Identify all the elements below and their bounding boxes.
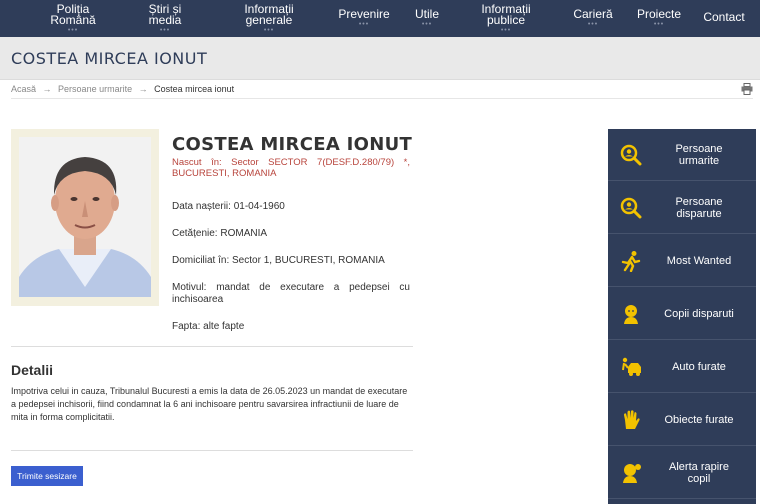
nav-item-label: Carieră [573, 7, 613, 21]
hand-icon [624, 410, 640, 429]
search-person-icon [620, 144, 642, 166]
top-navigation: Poliția Română ••• Știri și media ••• In… [0, 0, 760, 37]
person-photo-frame [11, 129, 159, 306]
child-icon [624, 305, 638, 324]
section-divider [11, 346, 413, 347]
sidebar-item-label: Persoane disparute [675, 196, 723, 220]
car-icon [622, 357, 641, 376]
breadcrumb-home[interactable]: Acasă [11, 84, 36, 94]
nav-item-prevenire[interactable]: Prevenire ••• [334, 0, 394, 37]
breadcrumb-section[interactable]: Persoane urmarite [58, 84, 132, 94]
breadcrumb-separator: → [138, 84, 148, 94]
breadcrumb-divider [11, 98, 753, 99]
nav-item-label: Utile [414, 7, 439, 21]
person-motive: Motivul: mandat de executare a pedepsei … [172, 282, 410, 305]
sidebar-item-label: Auto furate [672, 361, 726, 373]
running-person-icon [621, 251, 641, 272]
nav-dots: ••• [421, 21, 433, 28]
nav-item-stiri-media[interactable]: Știri și media ••• [132, 0, 198, 37]
child-alert-icon [623, 464, 641, 483]
person-birthplace: Nascut în: Sector SECTOR 7(DESF.D.280/79… [172, 157, 410, 179]
nav-item-utile[interactable]: Utile ••• [408, 0, 446, 37]
person-offense: Fapta: alte fapte [172, 321, 245, 332]
nav-dots: ••• [587, 21, 599, 28]
sidebar-item-alerta-rapire-copil[interactable]: Alerta rapire copil [608, 447, 756, 499]
sidebar-item-label: Persoane urmarite [675, 143, 723, 167]
nav-item-label: Poliția Română [50, 1, 96, 27]
breadcrumb-separator: → [42, 84, 52, 94]
nav-dots: ••• [263, 26, 275, 34]
nav-item-informatii-publice[interactable]: Informații publice ••• [472, 0, 540, 37]
details-heading: Detalii [11, 362, 54, 378]
nav-item-label: Informații generale [244, 1, 294, 27]
nav-item-proiecte[interactable]: Proiecte ••• [632, 0, 686, 37]
person-name: COSTEA MIRCEA IONUT [172, 134, 413, 155]
person-domicile: Domiciliat în: Sector 1, BUCURESTI, ROMA… [172, 255, 385, 266]
print-icon[interactable] [741, 83, 753, 95]
sidebar-item-obiecte-furate[interactable]: Obiecte furate [608, 394, 756, 446]
page-title: COSTEA MIRCEA IONUT [11, 49, 208, 68]
nav-dots: ••• [358, 21, 370, 28]
person-photo [19, 137, 151, 297]
details-text: Impotriva celui in cauza, Tribunalul Buc… [11, 386, 408, 422]
nav-dots: ••• [500, 26, 512, 34]
sidebar-item-label: Obiecte furate [664, 414, 734, 426]
sidebar-item-label: Most Wanted [666, 255, 732, 267]
nav-dots: ••• [653, 21, 665, 28]
nav-item-label: Prevenire [338, 7, 390, 21]
nav-dots: ••• [67, 26, 79, 34]
sidebar-item-most-wanted[interactable]: Most Wanted [608, 235, 756, 287]
submit-report-button[interactable]: Trimite sesizare [11, 466, 83, 486]
breadcrumb: Acasă → Persoane urmarite → Costea mirce… [11, 84, 238, 94]
search-person-icon [620, 197, 642, 219]
person-birth-date: Data nașterii: 01-04-1960 [172, 201, 285, 212]
sidebar-item-persoane-urmarite[interactable]: Persoane urmarite [608, 129, 756, 181]
sidebar-item-copii-disparuti[interactable]: Copii disparuti [608, 288, 756, 340]
nav-item-label: Informații publice [481, 1, 531, 27]
breadcrumb-current: Costea mircea ionut [154, 84, 235, 94]
sidebar-item-auto-furate[interactable]: Auto furate [608, 341, 756, 393]
nav-item-politia-romana[interactable]: Poliția Română ••• [38, 0, 108, 37]
sidebar: Persoane urmarite Persoane disparute Mos… [608, 129, 756, 504]
nav-item-label: Proiecte [636, 7, 682, 21]
nav-item-cariera[interactable]: Carieră ••• [566, 0, 620, 37]
nav-item-contact[interactable]: Contact [700, 0, 748, 37]
person-citizenship: Cetățenie: ROMANIA [172, 228, 268, 239]
section-divider [11, 450, 413, 451]
nav-dots: ••• [159, 26, 171, 34]
page-title-bar: COSTEA MIRCEA IONUT [0, 37, 760, 80]
sidebar-item-label: Copii disparuti [664, 308, 734, 320]
sidebar-item-persoane-disparute[interactable]: Persoane disparute [608, 182, 756, 234]
nav-item-label: Știri și media [148, 1, 182, 27]
nav-item-label: Contact [703, 10, 745, 24]
nav-item-informatii-generale[interactable]: Informații generale ••• [233, 0, 305, 37]
sidebar-item-label: Alerta rapire copil [669, 461, 729, 485]
